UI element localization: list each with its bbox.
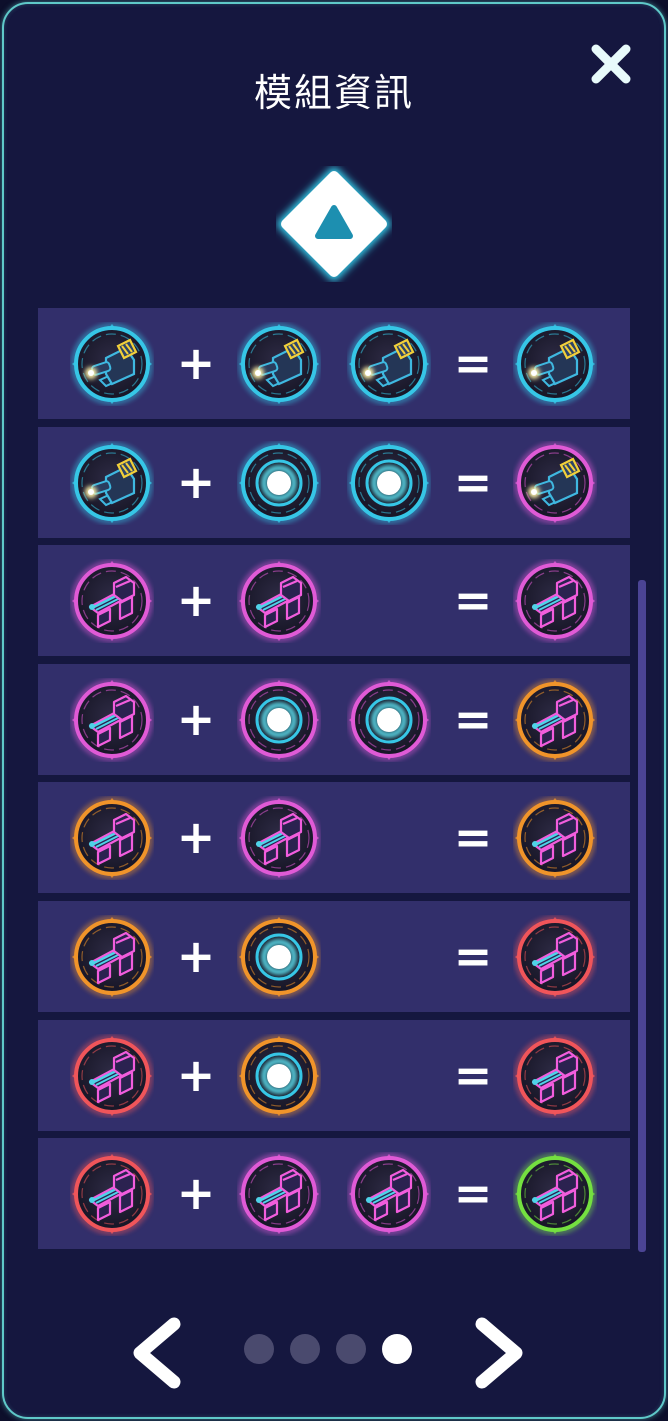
recipe-result[interactable] [513, 678, 597, 762]
cannon-module-cyan-icon [514, 323, 596, 405]
recipe-input-3[interactable] [347, 441, 431, 525]
page-dot-1[interactable] [244, 1334, 274, 1364]
cannon-module-cyan-icon [71, 441, 153, 524]
plus-operator: + [176, 573, 216, 628]
core-module-cyan-icon [238, 441, 320, 524]
cannon-module-cyan-icon [71, 323, 153, 405]
next-page-button[interactable] [470, 1316, 530, 1390]
plus-operator: + [176, 810, 216, 865]
factory-module-orange-icon [514, 797, 596, 880]
factory-module-orange-icon [514, 678, 596, 761]
page-title: 模組資訊 [253, 71, 414, 115]
plus-operator: + [176, 1166, 216, 1221]
core-module-orange-icon [238, 1034, 320, 1117]
equals-operator: = [453, 454, 493, 509]
recipe-input-2[interactable] [237, 1152, 321, 1236]
plus-operator: + [176, 1047, 216, 1102]
factory-module-orange-icon [71, 915, 153, 998]
core-module-magenta-icon [348, 678, 430, 761]
tier-badge [276, 166, 392, 282]
cannon-module-cyan-icon [348, 323, 430, 405]
recipe-input-2[interactable] [237, 559, 321, 643]
factory-module-magenta-icon [514, 560, 596, 643]
recipe-input-2[interactable] [237, 441, 321, 525]
page-dot-3[interactable] [336, 1334, 366, 1364]
equals-operator: = [453, 691, 493, 746]
factory-module-red-icon [71, 1153, 153, 1236]
factory-module-red-icon [71, 1034, 153, 1117]
recipe-result[interactable] [513, 796, 597, 880]
factory-module-magenta-icon [238, 797, 320, 880]
recipe-result[interactable] [513, 559, 597, 643]
triangle-tier-badge-icon [277, 167, 391, 281]
recipe-row: + = [38, 308, 630, 419]
page-dot-2[interactable] [290, 1334, 320, 1364]
factory-module-magenta-icon [238, 1153, 320, 1236]
factory-module-magenta-icon [238, 560, 320, 643]
recipe-input-1[interactable] [70, 1034, 154, 1118]
factory-module-magenta-icon [71, 678, 153, 761]
chevron-left-icon [133, 1317, 181, 1389]
page-dot-4[interactable] [382, 1334, 412, 1364]
recipe-result[interactable] [513, 915, 597, 999]
recipe-input-1[interactable] [70, 796, 154, 880]
recipe-input-3[interactable] [347, 678, 431, 762]
recipe-input-2[interactable] [237, 678, 321, 762]
core-module-cyan-icon [348, 441, 430, 524]
recipe-result[interactable] [513, 322, 597, 406]
chevron-right-icon [475, 1317, 523, 1389]
recipe-input-3[interactable] [347, 1152, 431, 1236]
factory-module-red-icon [514, 1034, 596, 1117]
plus-operator: + [176, 454, 216, 509]
recipe-input-1[interactable] [70, 559, 154, 643]
previous-page-button[interactable] [126, 1316, 186, 1390]
recipe-result[interactable] [513, 1034, 597, 1118]
close-x-icon [591, 44, 631, 84]
cannon-module-magenta-icon [514, 441, 596, 524]
recipe-row: + = [38, 663, 630, 775]
plus-operator: + [176, 336, 216, 390]
recipe-row: + = [38, 1138, 630, 1250]
recipe-input-1[interactable] [70, 915, 154, 999]
recipe-row: + = [38, 1019, 630, 1131]
factory-module-magenta-icon [71, 560, 153, 643]
recipe-input-2[interactable] [237, 796, 321, 880]
recipe-result[interactable] [513, 1152, 597, 1236]
recipe-row: + = [38, 782, 630, 894]
equals-operator: = [453, 928, 493, 983]
recipe-row: + = [38, 426, 630, 538]
factory-module-green-icon [514, 1153, 596, 1236]
recipe-input-2[interactable] [237, 1034, 321, 1118]
scrollbar[interactable] [638, 580, 646, 1252]
recipe-input-1[interactable] [70, 678, 154, 762]
plus-operator: + [176, 691, 216, 746]
equals-operator: = [453, 573, 493, 628]
cannon-module-cyan-icon [238, 323, 320, 405]
recipe-input-3[interactable] [347, 322, 431, 406]
recipe-input-1[interactable] [70, 322, 154, 406]
recipe-input-2[interactable] [237, 915, 321, 999]
factory-module-magenta-icon [348, 1153, 430, 1236]
equals-operator: = [453, 336, 493, 390]
equals-operator: = [453, 810, 493, 865]
recipe-list: + = + = + = + = + = + = + = + = [38, 308, 630, 1257]
factory-module-red-icon [514, 915, 596, 998]
plus-operator: + [176, 928, 216, 983]
recipe-input-1[interactable] [70, 441, 154, 525]
core-module-orange-icon [238, 915, 320, 998]
equals-operator: = [453, 1166, 493, 1221]
recipe-result[interactable] [513, 441, 597, 525]
recipe-input-1[interactable] [70, 1152, 154, 1236]
equals-operator: = [453, 1047, 493, 1102]
close-button[interactable] [585, 38, 637, 90]
recipe-input-2[interactable] [237, 322, 321, 406]
factory-module-orange-icon [71, 797, 153, 880]
recipe-row: + = [38, 545, 630, 657]
recipe-row: + = [38, 900, 630, 1012]
core-module-magenta-icon [238, 678, 320, 761]
